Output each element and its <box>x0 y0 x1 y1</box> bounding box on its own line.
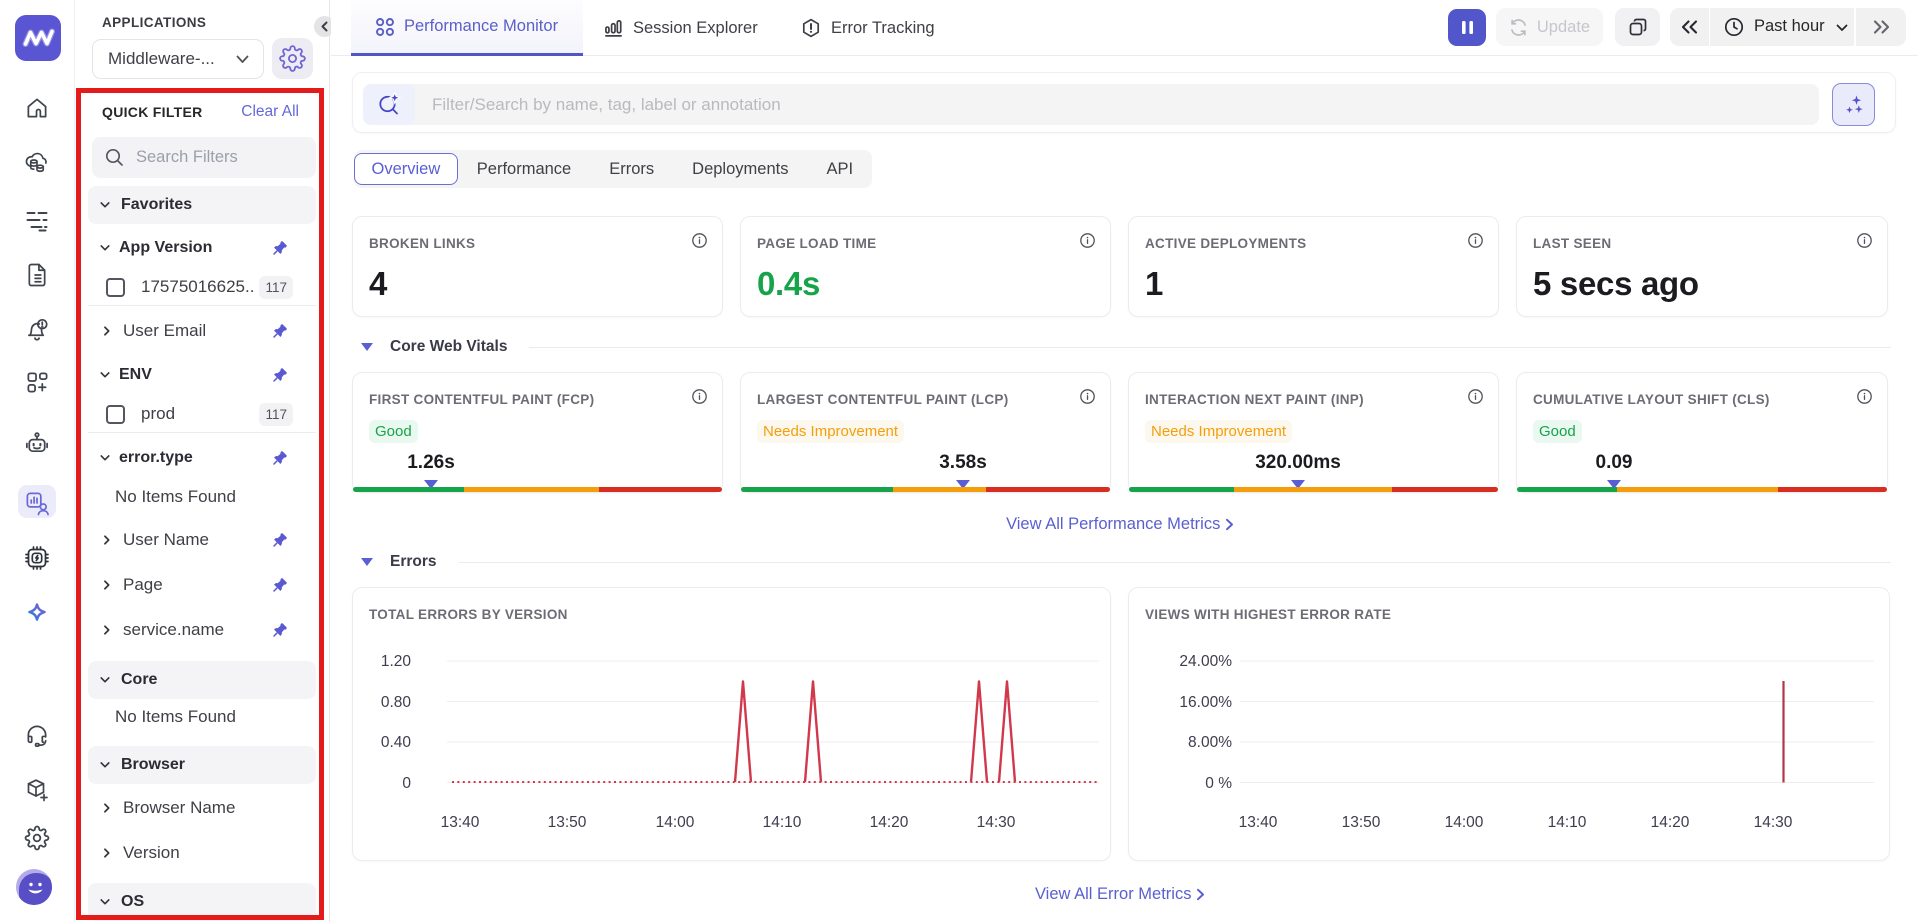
svg-text:16.00%: 16.00% <box>1179 694 1232 711</box>
svg-text:0 %: 0 % <box>1205 775 1232 792</box>
svg-text:0.40: 0.40 <box>381 734 412 751</box>
svg-text:13:50: 13:50 <box>1342 814 1381 831</box>
svg-text:0: 0 <box>402 775 411 792</box>
svg-text:13:50: 13:50 <box>548 814 587 831</box>
svg-text:14:10: 14:10 <box>763 814 802 831</box>
svg-text:8.00%: 8.00% <box>1188 734 1232 751</box>
svg-text:0.80: 0.80 <box>381 694 412 711</box>
svg-text:14:00: 14:00 <box>1445 814 1484 831</box>
svg-text:14:10: 14:10 <box>1548 814 1587 831</box>
svg-text:14:20: 14:20 <box>870 814 909 831</box>
svg-text:14:30: 14:30 <box>977 814 1016 831</box>
svg-text:14:20: 14:20 <box>1651 814 1690 831</box>
svg-text:24.00%: 24.00% <box>1179 653 1232 670</box>
svg-text:13:40: 13:40 <box>441 814 480 831</box>
svg-text:13:40: 13:40 <box>1239 814 1278 831</box>
svg-text:14:00: 14:00 <box>656 814 695 831</box>
svg-text:14:30: 14:30 <box>1754 814 1793 831</box>
svg-text:1.20: 1.20 <box>381 653 412 670</box>
